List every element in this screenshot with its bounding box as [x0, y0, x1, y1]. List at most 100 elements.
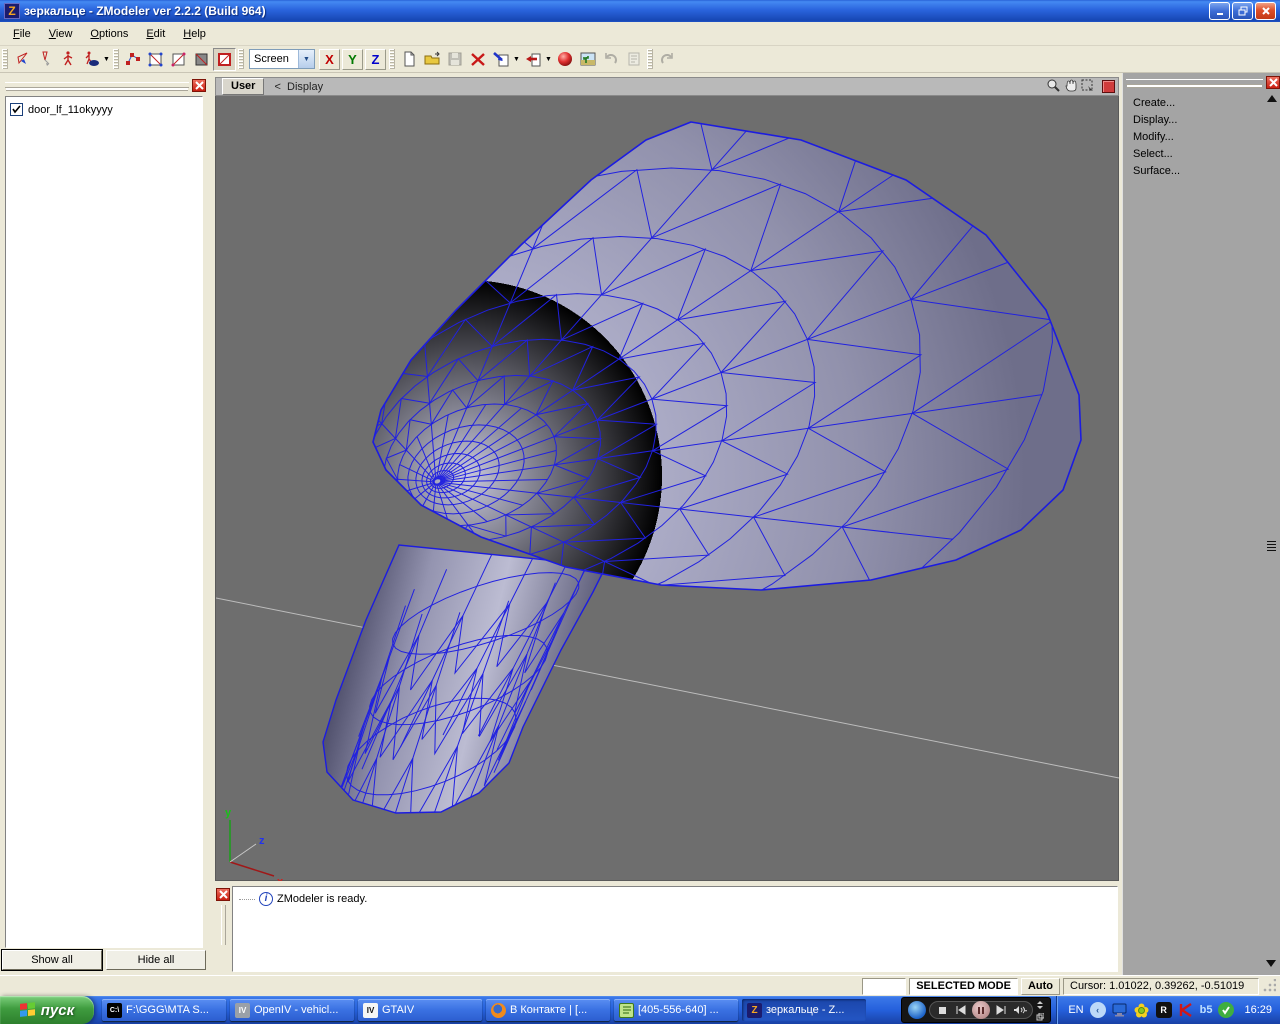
taskbar-task-cmd[interactable]: C:\ F:\GGG\MTA S...	[102, 999, 226, 1021]
select-pin-tool-button[interactable]	[33, 48, 56, 71]
gtaiv-icon: IV	[363, 1003, 378, 1018]
minimize-button[interactable]	[1209, 2, 1230, 20]
tray-chevron-icon[interactable]: ‹	[1090, 1002, 1106, 1018]
show-all-button[interactable]: Show all	[2, 950, 102, 970]
taskbar-task-browser[interactable]: В Контакте | [...	[486, 999, 610, 1021]
screen-mode-select[interactable]: Screen ▼	[249, 49, 315, 69]
save-file-button[interactable]	[443, 48, 466, 71]
faces-mode-button[interactable]	[167, 48, 190, 71]
auto-button[interactable]: Auto	[1021, 978, 1060, 995]
objects-panel-close-icon[interactable]	[192, 79, 206, 92]
chevron-down-icon[interactable]: ▼	[298, 50, 314, 68]
material-editor-button[interactable]	[553, 48, 576, 71]
tray-icq-flower-icon[interactable]	[1134, 1002, 1150, 1018]
polygons-mode-button[interactable]	[190, 48, 213, 71]
tray-radmin-icon[interactable]: R	[1156, 1002, 1172, 1018]
tree-connector	[239, 899, 255, 900]
menu-edit[interactable]: Edit	[137, 25, 174, 43]
collapse-arrow-icon[interactable]: <	[274, 81, 280, 93]
taskbar-task-gtaiv[interactable]: IV GTAIV	[358, 999, 482, 1021]
start-label: пуск	[41, 1002, 74, 1019]
taskbar-task-zmodeler[interactable]: Z зеркальце - Z...	[742, 999, 866, 1021]
edges-mode-button[interactable]	[144, 48, 167, 71]
media-pause-button[interactable]	[972, 1001, 990, 1019]
menu-help[interactable]: Help	[174, 25, 215, 43]
axis-z-button[interactable]: Z	[365, 49, 386, 70]
language-indicator[interactable]: EN	[1068, 1004, 1083, 1016]
commands-scrollbar[interactable]	[1265, 93, 1278, 971]
undo-button[interactable]	[599, 48, 622, 71]
tool-dropdown-arrow[interactable]: ▼	[102, 48, 111, 71]
resize-grip-icon[interactable]	[1262, 979, 1276, 993]
taskbar-task-notes[interactable]: [405-556-640] ...	[614, 999, 738, 1021]
open-file-button[interactable]	[420, 48, 443, 71]
pan-hand-icon[interactable]	[1063, 78, 1078, 96]
panel-drag-handle[interactable]	[1126, 79, 1263, 85]
menu-create[interactable]: Create...	[1133, 95, 1180, 112]
media-stop-button[interactable]	[934, 1003, 950, 1017]
animation-tool-button[interactable]	[56, 48, 79, 71]
menu-display[interactable]: Display...	[1133, 112, 1180, 129]
axis-x-button[interactable]: X	[319, 49, 340, 70]
import-dropdown-arrow[interactable]: ▼	[512, 48, 521, 71]
scroll-grip-icon[interactable]	[1267, 541, 1276, 553]
import-button[interactable]	[489, 48, 512, 71]
close-button[interactable]	[1255, 2, 1276, 20]
log-panel-close-icon[interactable]	[216, 888, 230, 901]
select-move-tool-button[interactable]	[10, 48, 33, 71]
menu-modify[interactable]: Modify...	[1133, 129, 1180, 146]
viewport-nav[interactable]: < Display	[274, 81, 323, 93]
toolbar-grip[interactable]	[389, 49, 395, 69]
restore-button[interactable]	[1232, 2, 1253, 20]
info-icon: i	[259, 892, 273, 906]
zoom-tool-icon[interactable]	[1046, 78, 1061, 96]
select-region-icon[interactable]	[1080, 78, 1095, 96]
menu-view[interactable]: View	[40, 25, 82, 43]
toolbar-grip[interactable]	[113, 49, 119, 69]
tray-display-icon[interactable]	[1112, 1002, 1128, 1018]
media-previous-button[interactable]	[953, 1003, 969, 1017]
viewport-3d[interactable]: y x z	[215, 96, 1119, 881]
toolbar-grip[interactable]	[2, 49, 8, 69]
toolbar-grip[interactable]	[238, 49, 244, 69]
menu-options[interactable]: Options	[81, 25, 137, 43]
tray-b5-badge[interactable]: b5	[1200, 1004, 1213, 1016]
vertices-mode-button[interactable]	[121, 48, 144, 71]
redo-button[interactable]	[655, 48, 678, 71]
vertical-splitter[interactable]	[206, 73, 215, 975]
viewport-view-tab[interactable]: User	[222, 78, 264, 95]
texture-browser-button[interactable]	[576, 48, 599, 71]
start-button[interactable]: пуск	[0, 996, 94, 1024]
tray-check-icon[interactable]	[1218, 1002, 1234, 1018]
menu-surface[interactable]: Surface...	[1133, 163, 1180, 180]
taskbar-task-openiv[interactable]: IV OpenIV - vehicl...	[230, 999, 354, 1021]
axis-y-button[interactable]: Y	[342, 49, 363, 70]
maximize-viewport-button[interactable]	[1102, 80, 1115, 93]
new-file-button[interactable]	[397, 48, 420, 71]
export-button[interactable]	[521, 48, 544, 71]
menu-file[interactable]: File	[4, 25, 40, 43]
delete-button[interactable]	[466, 48, 489, 71]
menu-select[interactable]: Select...	[1133, 146, 1180, 163]
panel-drag-handle[interactable]	[5, 82, 189, 88]
player-spinner-icon[interactable]	[1036, 1000, 1044, 1012]
zmodeler-app-icon: Z	[4, 3, 20, 19]
tray-kaspersky-icon[interactable]	[1178, 1002, 1194, 1018]
scroll-down-icon[interactable]	[1266, 960, 1276, 967]
hide-all-button[interactable]: Hide all	[106, 950, 206, 970]
media-volume-button[interactable]	[1012, 1003, 1028, 1017]
commands-panel-close-icon[interactable]	[1266, 76, 1280, 89]
log-drag-handle[interactable]	[221, 905, 226, 945]
export-dropdown-arrow[interactable]: ▼	[544, 48, 553, 71]
objects-mode-button[interactable]	[213, 48, 236, 71]
history-log-button[interactable]	[622, 48, 645, 71]
axis-x-label: x	[277, 876, 284, 881]
toolbar-grip[interactable]	[647, 49, 653, 69]
scene-tool-button[interactable]	[79, 48, 102, 71]
player-restore-icon[interactable]	[1036, 1012, 1044, 1024]
media-next-button[interactable]	[993, 1003, 1009, 1017]
object-visibility-checkbox[interactable]	[10, 103, 23, 116]
player-app-icon[interactable]	[908, 1001, 926, 1019]
list-item[interactable]: door_lf_11okyyyy	[10, 103, 198, 116]
scroll-up-icon[interactable]	[1267, 95, 1277, 102]
